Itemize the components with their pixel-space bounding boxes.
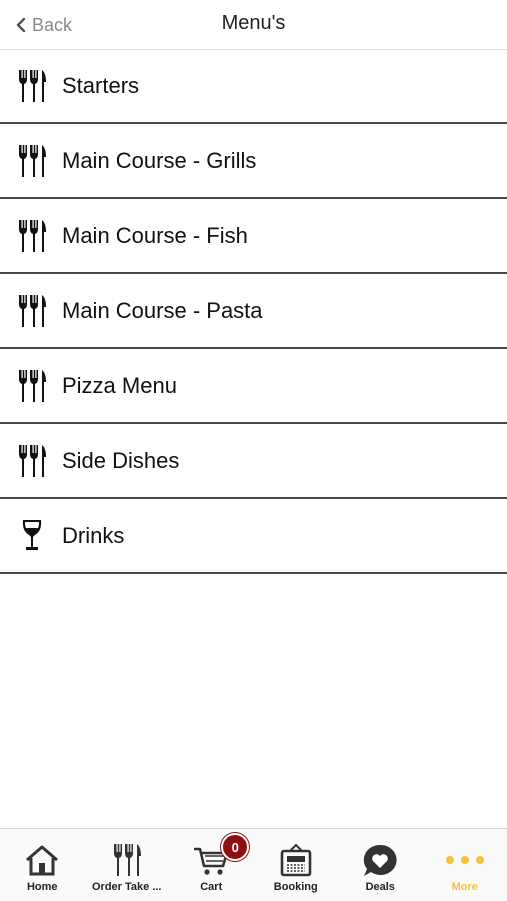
- cutlery-icon: [15, 294, 49, 328]
- tab-more[interactable]: More: [423, 829, 507, 901]
- navigation-bar: Back Menu's: [0, 0, 507, 50]
- tab-cart[interactable]: 0 Cart: [169, 829, 254, 901]
- tab-label: Deals: [366, 881, 395, 893]
- tab-bar: Home Order Take ... 0 Cart: [0, 828, 507, 901]
- cart-count-badge: 0: [221, 833, 249, 861]
- tab-label: Cart: [200, 881, 222, 893]
- tab-label: Order Take ...: [92, 881, 162, 893]
- menu-item-label: Main Course - Grills: [62, 148, 256, 174]
- cutlery-icon: [15, 69, 49, 103]
- menu-item-drinks[interactable]: Drinks: [0, 499, 507, 574]
- menu-item-pizza-menu[interactable]: Pizza Menu: [0, 349, 507, 424]
- booking-icon: [276, 842, 316, 878]
- more-dots-icon: [445, 842, 485, 878]
- menu-item-main-course-fish[interactable]: Main Course - Fish: [0, 199, 507, 274]
- cutlery-icon: [107, 842, 147, 878]
- menu-item-label: Side Dishes: [62, 448, 179, 474]
- tab-label: Home: [27, 881, 58, 893]
- menu-item-label: Starters: [62, 73, 139, 99]
- menu-item-main-course-pasta[interactable]: Main Course - Pasta: [0, 274, 507, 349]
- tab-deals[interactable]: Deals: [338, 829, 423, 901]
- page-title: Menu's: [0, 12, 507, 35]
- tab-booking[interactable]: Booking: [254, 829, 339, 901]
- menu-item-side-dishes[interactable]: Side Dishes: [0, 424, 507, 499]
- menu-item-starters[interactable]: Starters: [0, 49, 507, 124]
- heart-bubble-icon: [360, 842, 400, 878]
- cutlery-icon: [15, 219, 49, 253]
- menu-item-label: Pizza Menu: [62, 373, 177, 399]
- tab-label: More: [452, 881, 478, 893]
- cutlery-icon: [15, 444, 49, 478]
- cutlery-icon: [15, 144, 49, 178]
- tab-order-take[interactable]: Order Take ...: [85, 829, 170, 901]
- wine-glass-icon: [15, 519, 49, 553]
- tab-label: Booking: [274, 881, 318, 893]
- menu-item-main-course-grills[interactable]: Main Course - Grills: [0, 124, 507, 199]
- tab-home[interactable]: Home: [0, 829, 85, 901]
- menu-item-label: Drinks: [62, 523, 124, 549]
- menu-item-label: Main Course - Fish: [62, 223, 248, 249]
- menu-item-label: Main Course - Pasta: [62, 298, 263, 324]
- menu-list: Starters Main Course - Grills Main Cours…: [0, 49, 507, 574]
- cutlery-icon: [15, 369, 49, 403]
- home-icon: [22, 842, 62, 878]
